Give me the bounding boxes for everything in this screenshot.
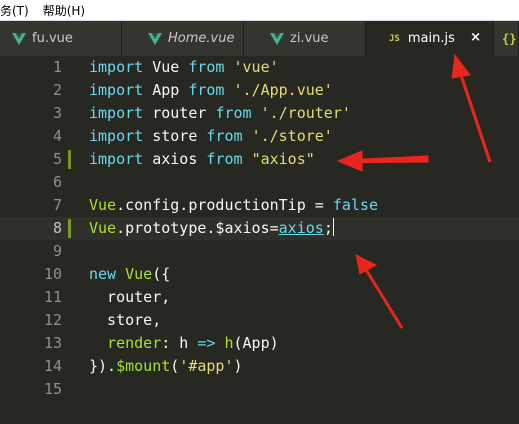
line-number: 5 bbox=[52, 150, 62, 168]
tab-json[interactable]: {} bbox=[494, 21, 519, 56]
line-number: 10 bbox=[43, 265, 62, 283]
code-line: 5 import axios from "axios" bbox=[0, 148, 519, 171]
code-text: import axios from "axios" bbox=[89, 150, 315, 168]
vue-icon bbox=[148, 32, 162, 45]
code-line: 9 bbox=[0, 240, 519, 263]
code-line: 7 Vue.config.productionTip = false bbox=[0, 194, 519, 217]
code-text: Vue.prototype.$axios=axios; bbox=[89, 218, 334, 237]
tab-home-vue[interactable]: Home.vue bbox=[122, 21, 244, 56]
code-text: render: h => h(App) bbox=[107, 334, 279, 352]
js-icon: JS bbox=[389, 33, 400, 44]
line-number: 2 bbox=[52, 81, 62, 99]
tab-label: main.js bbox=[407, 31, 455, 46]
code-line: 4 import store from './store' bbox=[0, 125, 519, 148]
code-text: router, bbox=[89, 288, 171, 306]
line-number: 12 bbox=[43, 311, 62, 329]
code-text: import router from './router' bbox=[89, 104, 351, 122]
menu-item-help[interactable]: 帮助(H) bbox=[43, 2, 85, 19]
line-number: 11 bbox=[43, 288, 62, 306]
vue-icon bbox=[270, 32, 284, 45]
code-line: 1 import Vue from 'vue' bbox=[0, 56, 519, 79]
code-editor[interactable]: 1 import Vue from 'vue' 2 import App fro… bbox=[0, 56, 519, 424]
vue-icon bbox=[12, 32, 26, 45]
code-line: 11 router, bbox=[0, 286, 519, 309]
tab-fu-vue[interactable]: fu.vue bbox=[0, 21, 122, 56]
line-number: 15 bbox=[43, 380, 62, 398]
code-text: import App from './App.vue' bbox=[89, 81, 333, 99]
line-number: 3 bbox=[52, 104, 62, 122]
code-line: 14 }).$mount('#app') bbox=[0, 355, 519, 378]
code-line: 13 render: h => h(App) bbox=[0, 332, 519, 355]
line-number: 14 bbox=[43, 357, 62, 375]
code-line: 6 bbox=[0, 171, 519, 194]
code-text: Vue.config.productionTip = false bbox=[89, 196, 378, 214]
code-text: import store from './store' bbox=[89, 127, 333, 145]
code-text: }).$mount('#app') bbox=[89, 357, 243, 375]
text-cursor bbox=[332, 218, 334, 236]
code-line: 10 new Vue({ bbox=[0, 263, 519, 286]
code-text: new Vue({ bbox=[89, 265, 171, 283]
json-icon: {} bbox=[502, 31, 517, 46]
tab-label: zi.vue bbox=[290, 31, 329, 46]
line-number: 13 bbox=[43, 334, 62, 352]
code-line-current: 8 Vue.prototype.$axios=axios; bbox=[0, 217, 519, 240]
modified-line-indicator bbox=[68, 150, 71, 169]
tab-zi-vue[interactable]: zi.vue bbox=[244, 21, 366, 56]
line-number: 1 bbox=[52, 58, 62, 76]
modified-line-indicator bbox=[68, 219, 71, 238]
tab-label: fu.vue bbox=[32, 31, 73, 46]
tab-main-js[interactable]: JS main.js × bbox=[366, 21, 494, 56]
line-number: 4 bbox=[52, 127, 62, 145]
code-line: 3 import router from './router' bbox=[0, 102, 519, 125]
line-number: 8 bbox=[52, 219, 62, 237]
code-text: store, bbox=[89, 311, 162, 329]
menu-item-tasks[interactable]: 任务(T) bbox=[0, 2, 29, 19]
code-line: 12 store, bbox=[0, 309, 519, 332]
editor-tab-bar: fu.vue Home.vue zi.vue JS main.js × {} bbox=[0, 21, 519, 56]
code-line: 2 import App from './App.vue' bbox=[0, 79, 519, 102]
close-icon[interactable]: × bbox=[470, 30, 481, 45]
line-number: 7 bbox=[52, 196, 62, 214]
code-line: 15 bbox=[0, 378, 519, 401]
line-number: 9 bbox=[52, 242, 62, 260]
line-number: 6 bbox=[52, 173, 62, 191]
tab-label: Home.vue bbox=[168, 31, 235, 46]
code-text: import Vue from 'vue' bbox=[89, 58, 279, 76]
menu-bar: 任务(T) 帮助(H) bbox=[0, 0, 519, 21]
